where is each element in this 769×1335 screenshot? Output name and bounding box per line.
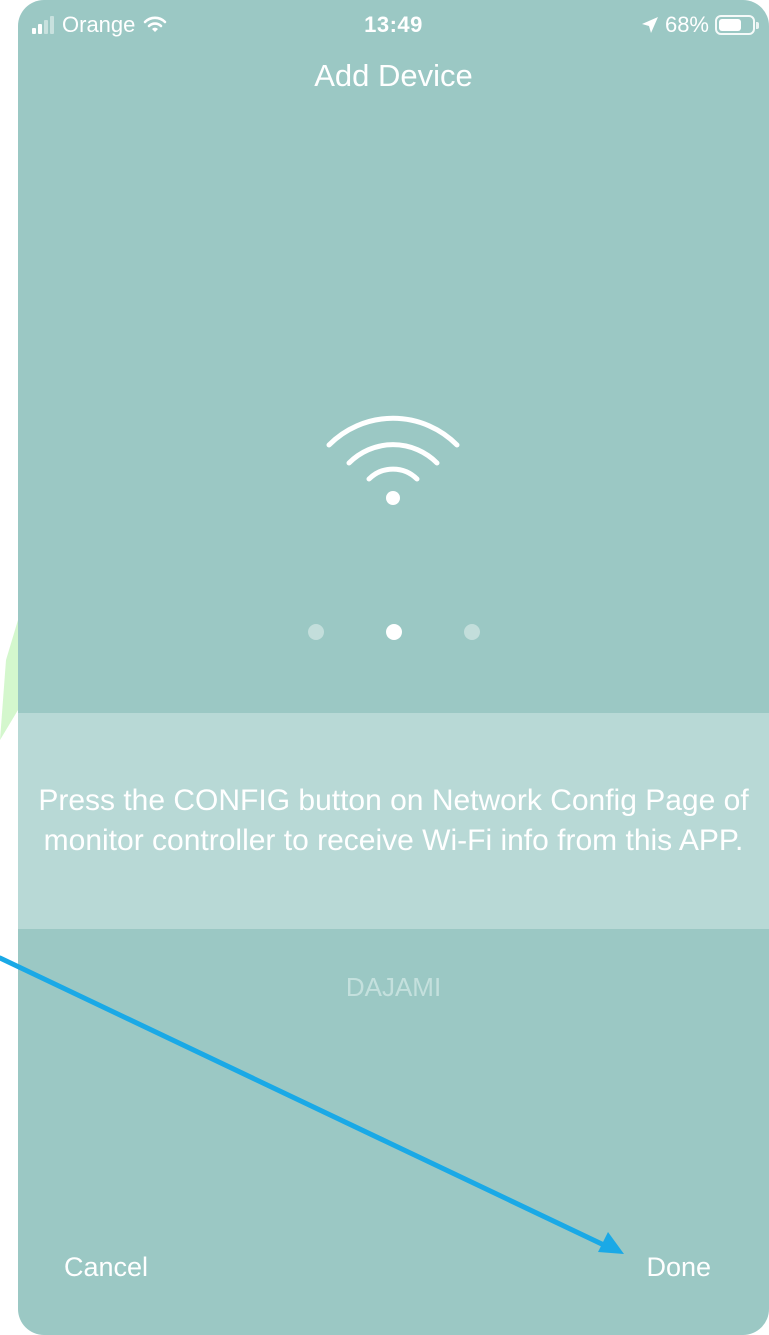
battery-cap [756,22,759,29]
page-dot [307,624,324,640]
wifi-illustration-icon [326,415,460,505]
page-dot [385,624,402,640]
page-indicator [18,624,769,640]
cancel-button[interactable]: Cancel [64,1252,148,1283]
instruction-panel: Press the CONFIG button on Network Confi… [18,713,769,929]
battery-icon [715,15,759,35]
network-ssid: DAJAMI [345,972,442,1002]
phone-screen: Orange 13:49 68% Add Device Press the CO… [18,0,769,1335]
page-title: Add Device [314,58,473,93]
annotation-green-mark [0,620,18,740]
battery-percent: 68% [664,12,709,37]
instruction-text: Press the CONFIG button on Network Confi… [38,784,749,857]
status-right: 68% [641,12,759,38]
page-dot [463,624,480,640]
location-arrow-icon [641,17,658,33]
screenshot-page: Orange 13:49 68% Add Device Press the CO… [0,0,769,1335]
battery-fill [719,19,741,31]
status-bar: Orange 13:49 68% [18,0,769,54]
done-button[interactable]: Done [646,1252,711,1283]
